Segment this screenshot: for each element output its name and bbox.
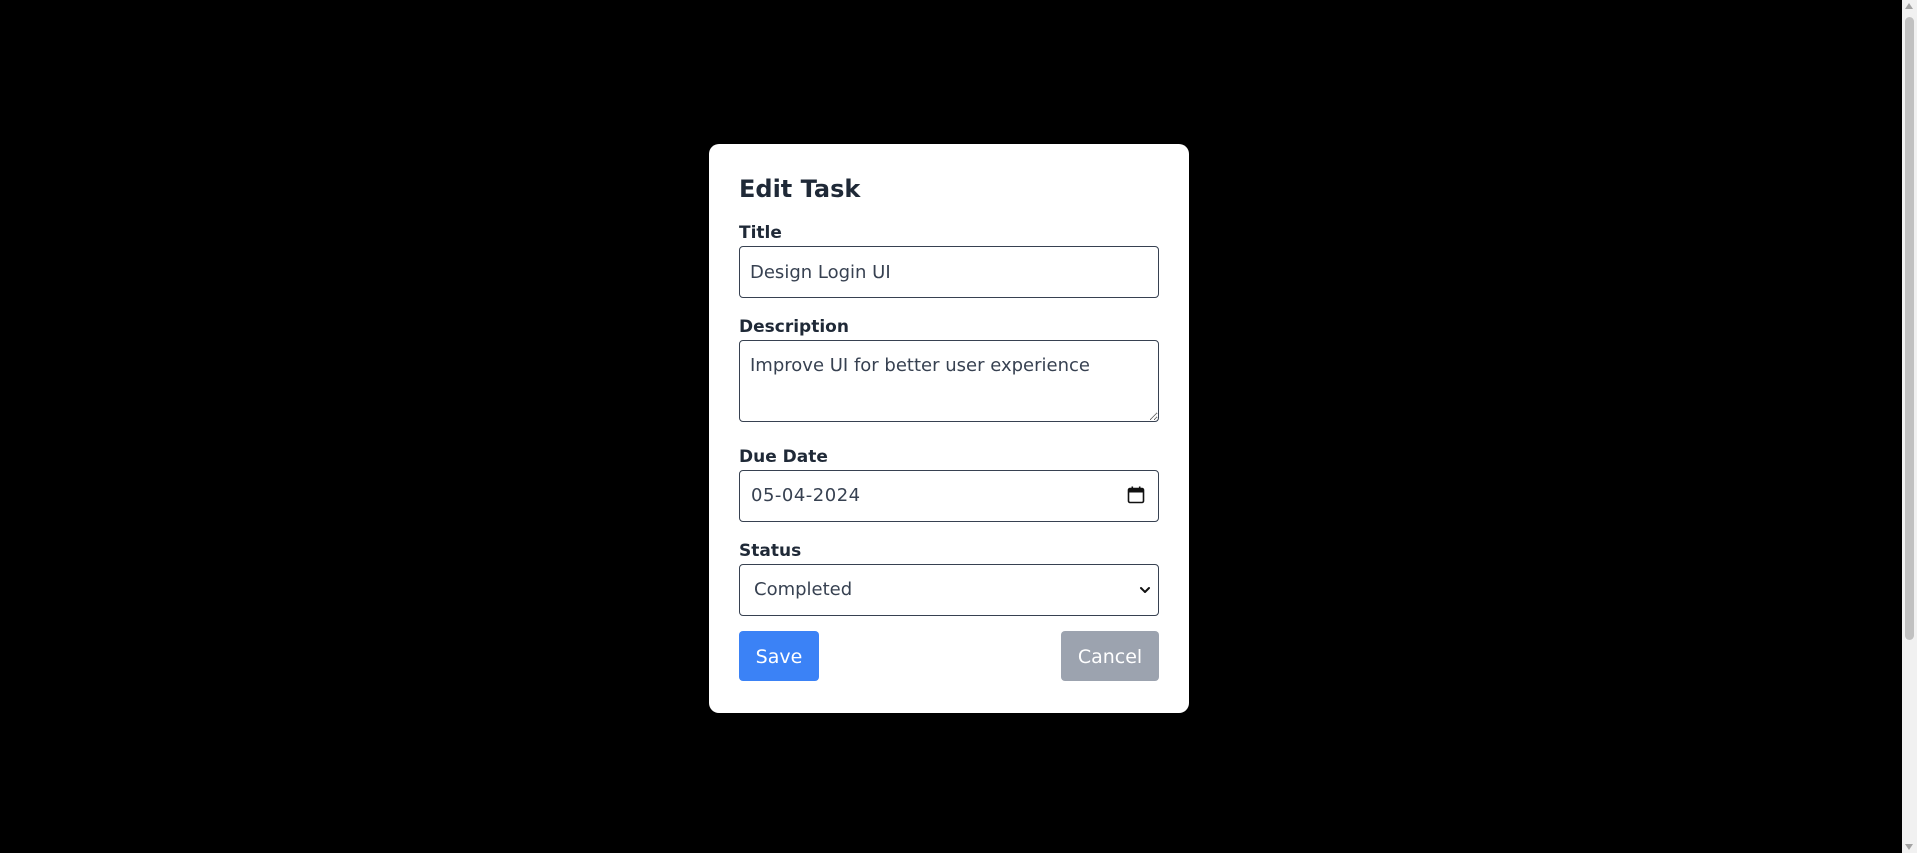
chevron-down-icon bbox=[1140, 587, 1150, 593]
title-input[interactable] bbox=[739, 246, 1159, 298]
save-button[interactable]: Save bbox=[739, 631, 819, 681]
title-label: Title bbox=[739, 223, 782, 243]
scroll-down-arrow-icon[interactable] bbox=[1905, 844, 1913, 850]
due-date-label: Due Date bbox=[739, 447, 828, 467]
page-backdrop: Edit Task Title Description Improve UI f… bbox=[0, 0, 1917, 853]
scroll-up-arrow-icon[interactable] bbox=[1905, 3, 1913, 9]
status-select[interactable]: Completed bbox=[739, 564, 1159, 616]
status-selected-value: Completed bbox=[754, 579, 853, 600]
due-date-value: 05-04-2024 bbox=[751, 485, 861, 506]
modal-actions: Save Cancel bbox=[739, 631, 1159, 681]
scrollbar-thumb[interactable] bbox=[1905, 17, 1914, 640]
cancel-button[interactable]: Cancel bbox=[1061, 631, 1159, 681]
due-date-input[interactable]: 05-04-2024 bbox=[739, 470, 1159, 522]
edit-task-modal: Edit Task Title Description Improve UI f… bbox=[709, 144, 1189, 713]
description-textarea[interactable]: Improve UI for better user experience bbox=[739, 340, 1159, 422]
status-label: Status bbox=[739, 541, 802, 561]
vertical-scrollbar[interactable] bbox=[1902, 0, 1917, 853]
calendar-icon[interactable] bbox=[1127, 486, 1145, 504]
description-label: Description bbox=[739, 317, 849, 337]
modal-title: Edit Task bbox=[739, 175, 861, 203]
